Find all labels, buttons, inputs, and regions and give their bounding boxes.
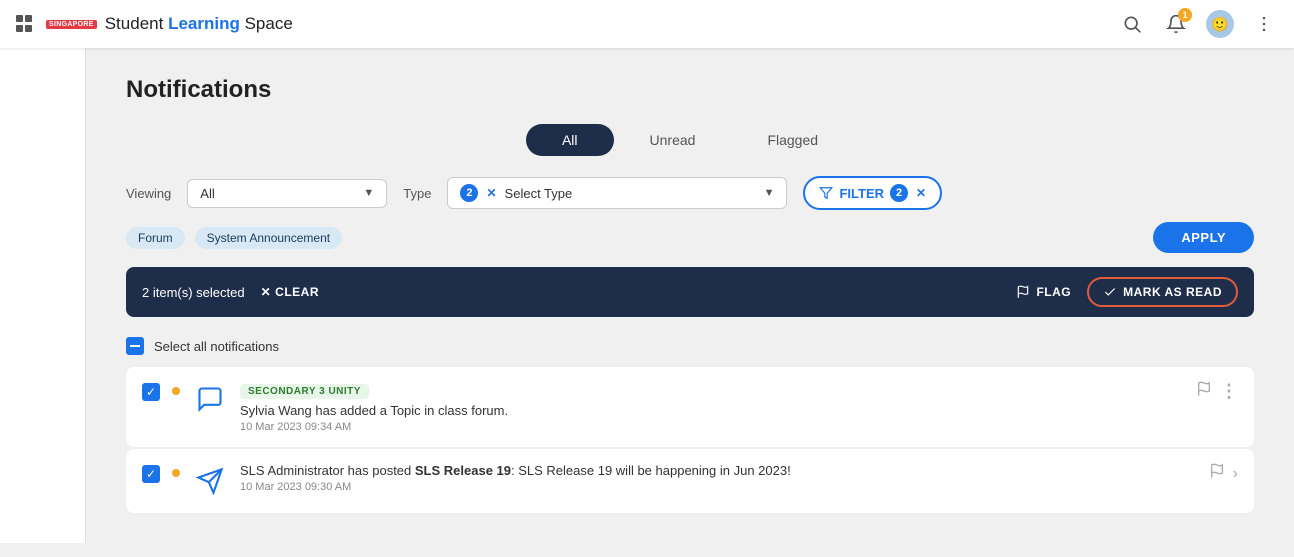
notification-item-1: ✓ SECONDARY 3 UNITY Sylvia Wang has adde… — [126, 367, 1254, 447]
bell-icon[interactable]: 1 — [1162, 10, 1190, 38]
select-all-label: Select all notifications — [154, 339, 279, 354]
header: SINGAPORE Student Learning Space 1 🙂 — [0, 0, 1294, 48]
clear-x-icon: ✕ — [261, 285, 272, 299]
tag-forum[interactable]: Forum — [126, 227, 185, 249]
type-clear-icon[interactable]: ✕ — [486, 186, 496, 200]
logo-text: Student Learning Space — [105, 14, 293, 34]
notif-tag-1: SECONDARY 3 UNITY — [240, 384, 369, 399]
main-content: Notifications All Unread Flagged Viewing… — [86, 48, 1294, 543]
logo: SINGAPORE Student Learning Space — [16, 14, 293, 34]
selection-count: 2 item(s) selected — [142, 285, 245, 300]
tab-all[interactable]: All — [526, 124, 614, 156]
more-icon[interactable] — [1250, 10, 1278, 38]
avatar-icon[interactable]: 🙂 — [1206, 10, 1234, 38]
notification-item-2: ✓ SLS Administrator has posted SLS Relea… — [126, 449, 1254, 513]
notif-actions-1: ⋮ — [1196, 381, 1238, 402]
check-icon-1: ✓ — [146, 386, 156, 398]
tags-row: Forum System Announcement APPLY — [126, 222, 1254, 253]
page-title: Notifications — [126, 76, 1254, 104]
minus-icon — [130, 345, 140, 347]
announcement-icon-2 — [192, 463, 228, 499]
selection-bar: 2 item(s) selected ✕ CLEAR FLAG MARK AS … — [126, 267, 1254, 317]
viewing-dropdown[interactable]: All ▼ — [187, 179, 387, 208]
type-label: Type — [403, 186, 431, 201]
viewing-label: Viewing — [126, 186, 171, 201]
notif-flag-icon-2[interactable] — [1209, 463, 1225, 484]
mark-read-label: MARK AS READ — [1123, 285, 1222, 299]
filter-clear-icon[interactable]: ✕ — [916, 186, 926, 200]
filter-label-text: FILTER — [839, 186, 884, 201]
page-wrapper: Notifications All Unread Flagged Viewing… — [0, 48, 1294, 543]
forum-icon-1 — [192, 381, 228, 417]
filter-row: Viewing All ▼ Type 2 ✕ Select Type ▼ FIL… — [126, 176, 1254, 210]
type-dropdown[interactable]: 2 ✕ Select Type ▼ — [447, 177, 787, 209]
filter-icon — [819, 186, 833, 200]
notif-arrow-icon-2[interactable]: › — [1233, 465, 1238, 483]
viewing-chevron-icon: ▼ — [363, 187, 374, 199]
notif-flag-icon-1[interactable] — [1196, 381, 1212, 402]
check-icon-2: ✓ — [146, 468, 156, 480]
notif-body-2: SLS Administrator has posted SLS Release… — [240, 463, 1197, 493]
type-count-badge: 2 — [460, 184, 478, 202]
notif-body-1: SECONDARY 3 UNITY Sylvia Wang has added … — [240, 381, 1184, 433]
search-icon[interactable] — [1118, 10, 1146, 38]
apply-button[interactable]: APPLY — [1153, 222, 1254, 253]
type-placeholder: Select Type — [505, 186, 756, 201]
tag-system-announcement[interactable]: System Announcement — [195, 227, 342, 249]
notification-badge: 1 — [1178, 8, 1192, 22]
notif-actions-2: › — [1209, 463, 1238, 484]
notif-text-1: Sylvia Wang has added a Topic in class f… — [240, 403, 1184, 418]
unread-dot-1 — [172, 387, 180, 395]
notif-checkbox-1[interactable]: ✓ — [142, 383, 160, 401]
grid-icon — [16, 15, 34, 33]
flag-label: FLAG — [1036, 285, 1071, 299]
header-right: 1 🙂 — [1118, 10, 1278, 38]
selection-actions: FLAG MARK AS READ — [1016, 277, 1238, 307]
notif-more-icon-1[interactable]: ⋮ — [1220, 381, 1238, 402]
type-chevron-icon: ▼ — [764, 187, 775, 199]
notif-time-1: 10 Mar 2023 09:34 AM — [240, 421, 1184, 433]
notif-checkbox-2[interactable]: ✓ — [142, 465, 160, 483]
tabs-row: All Unread Flagged — [126, 124, 1254, 156]
filter-button[interactable]: FILTER 2 ✕ — [803, 176, 942, 210]
clear-button[interactable]: ✕ CLEAR — [261, 285, 319, 299]
flag-icon — [1016, 285, 1030, 299]
clear-label: CLEAR — [275, 285, 319, 299]
unread-dot-2 — [172, 469, 180, 477]
viewing-value: All — [200, 186, 355, 201]
notif-time-2: 10 Mar 2023 09:30 AM — [240, 481, 1197, 493]
tab-unread[interactable]: Unread — [614, 124, 732, 156]
mark-as-read-button[interactable]: MARK AS READ — [1087, 277, 1238, 307]
sidebar — [0, 48, 86, 543]
singapore-badge: SINGAPORE — [46, 20, 97, 29]
tab-flagged[interactable]: Flagged — [731, 124, 854, 156]
select-all-row: Select all notifications — [126, 329, 1254, 363]
mark-read-icon — [1103, 285, 1117, 299]
filter-count-badge: 2 — [890, 184, 908, 202]
flag-button[interactable]: FLAG — [1016, 285, 1071, 299]
notif-text-2: SLS Administrator has posted SLS Release… — [240, 463, 1197, 478]
select-all-checkbox[interactable] — [126, 337, 144, 355]
